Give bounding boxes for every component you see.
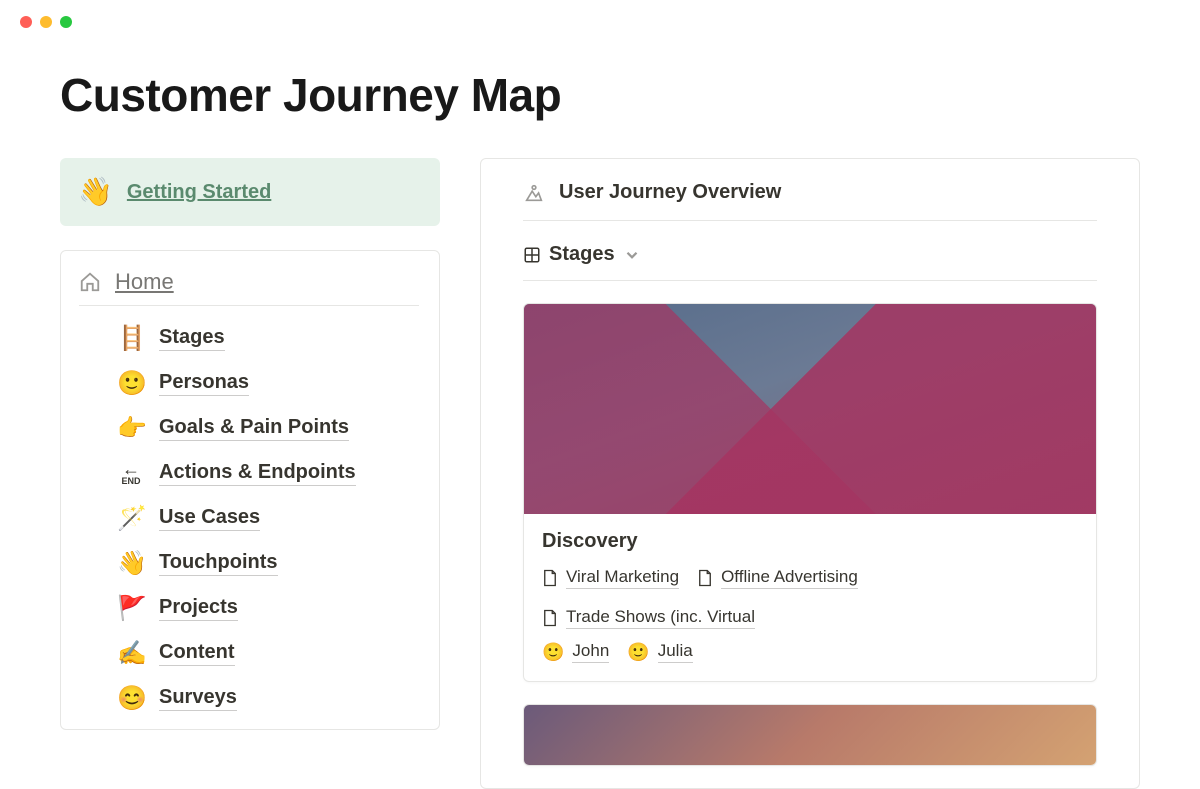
persona-tags: 🙂 John 🙂 Julia — [542, 641, 1078, 663]
pointing-icon: 👉 — [117, 417, 145, 441]
tag-offline-advertising[interactable]: Offline Advertising — [697, 567, 858, 589]
nav-item-stages[interactable]: 🪜 Stages — [117, 326, 419, 351]
overview-title: User Journey Overview — [559, 181, 781, 204]
touchpoint-tags: Viral Marketing Offline Advertising — [542, 567, 1078, 629]
nav-label: Personas — [159, 371, 249, 396]
page-icon — [542, 569, 558, 587]
card-title: Discovery — [542, 530, 1078, 553]
window-controls — [0, 0, 1200, 28]
wave-icon: 👋 — [117, 552, 145, 576]
nav-label: Touchpoints — [159, 551, 278, 576]
stages-view-tab[interactable]: Stages — [523, 243, 1097, 281]
ladder-icon: 🪜 — [117, 327, 145, 351]
minimize-window-dot[interactable] — [40, 16, 52, 28]
stage-card-discovery[interactable]: Discovery Viral Marketing — [523, 303, 1097, 682]
nav-label: Actions & Endpoints — [159, 461, 356, 486]
nav-item-projects[interactable]: 🚩 Projects — [117, 596, 419, 621]
smile-icon: 🙂 — [627, 642, 649, 663]
tag-viral-marketing[interactable]: Viral Marketing — [542, 567, 679, 589]
nav-item-goals[interactable]: 👉 Goals & Pain Points — [117, 416, 419, 441]
nav-item-actions[interactable]: ← END Actions & Endpoints — [117, 461, 419, 486]
smile-icon: 🙂 — [542, 642, 564, 663]
persona-john[interactable]: 🙂 John — [542, 641, 609, 663]
chevron-down-icon — [623, 246, 641, 264]
home-label: Home — [115, 269, 174, 295]
card-cover-image — [524, 705, 1096, 765]
page-title: Customer Journey Map — [60, 68, 1140, 122]
tag-label: Offline Advertising — [721, 567, 858, 589]
persona-name: Julia — [658, 641, 693, 663]
nav-item-usecases[interactable]: 🪄 Use Cases — [117, 506, 419, 531]
nav-label: Use Cases — [159, 506, 260, 531]
page-icon — [697, 569, 713, 587]
sidebar: 👋 Getting Started Home 🪜 Stages � — [60, 158, 440, 789]
close-window-dot[interactable] — [20, 16, 32, 28]
nav-label: Surveys — [159, 686, 237, 711]
maximize-window-dot[interactable] — [60, 16, 72, 28]
nav-label: Projects — [159, 596, 238, 621]
nav-item-content[interactable]: ✍️ Content — [117, 641, 419, 666]
tag-label: Trade Shows (inc. Virtual — [566, 607, 755, 629]
nav-home[interactable]: Home — [79, 269, 419, 306]
nav-item-touchpoints[interactable]: 👋 Touchpoints — [117, 551, 419, 576]
stage-card-next[interactable] — [523, 704, 1097, 766]
getting-started-callout[interactable]: 👋 Getting Started — [60, 158, 440, 226]
persona-name: John — [572, 641, 609, 663]
page-icon — [542, 609, 558, 627]
end-arrow-icon: ← END — [117, 461, 145, 486]
blush-icon: 😊 — [117, 687, 145, 711]
stages-tab-label: Stages — [549, 243, 615, 266]
tag-trade-shows[interactable]: Trade Shows (inc. Virtual — [542, 607, 755, 629]
mountain-icon — [523, 182, 545, 204]
nav-label: Content — [159, 641, 235, 666]
wave-icon: 👋 — [78, 178, 113, 206]
persona-julia[interactable]: 🙂 Julia — [627, 641, 692, 663]
nav-item-personas[interactable]: 🙂 Personas — [117, 371, 419, 396]
wand-icon: 🪄 — [117, 507, 145, 531]
tag-label: Viral Marketing — [566, 567, 679, 589]
overview-header: User Journey Overview — [523, 181, 1097, 221]
nav-item-surveys[interactable]: 😊 Surveys — [117, 686, 419, 711]
board-icon — [523, 246, 541, 264]
main-panel: User Journey Overview Stages — [480, 158, 1140, 789]
card-cover-image — [524, 304, 1096, 514]
getting-started-link[interactable]: Getting Started — [127, 181, 271, 204]
nav-label: Goals & Pain Points — [159, 416, 349, 441]
nav-label: Stages — [159, 326, 225, 351]
home-icon — [79, 271, 101, 293]
nav-list: 🪜 Stages 🙂 Personas 👉 Goals & Pain Point… — [81, 326, 419, 711]
nav-card: Home 🪜 Stages 🙂 Personas 👉 Goals & Pain … — [60, 250, 440, 730]
writing-icon: ✍️ — [117, 642, 145, 666]
smile-icon: 🙂 — [117, 372, 145, 396]
flag-icon: 🚩 — [117, 597, 145, 621]
